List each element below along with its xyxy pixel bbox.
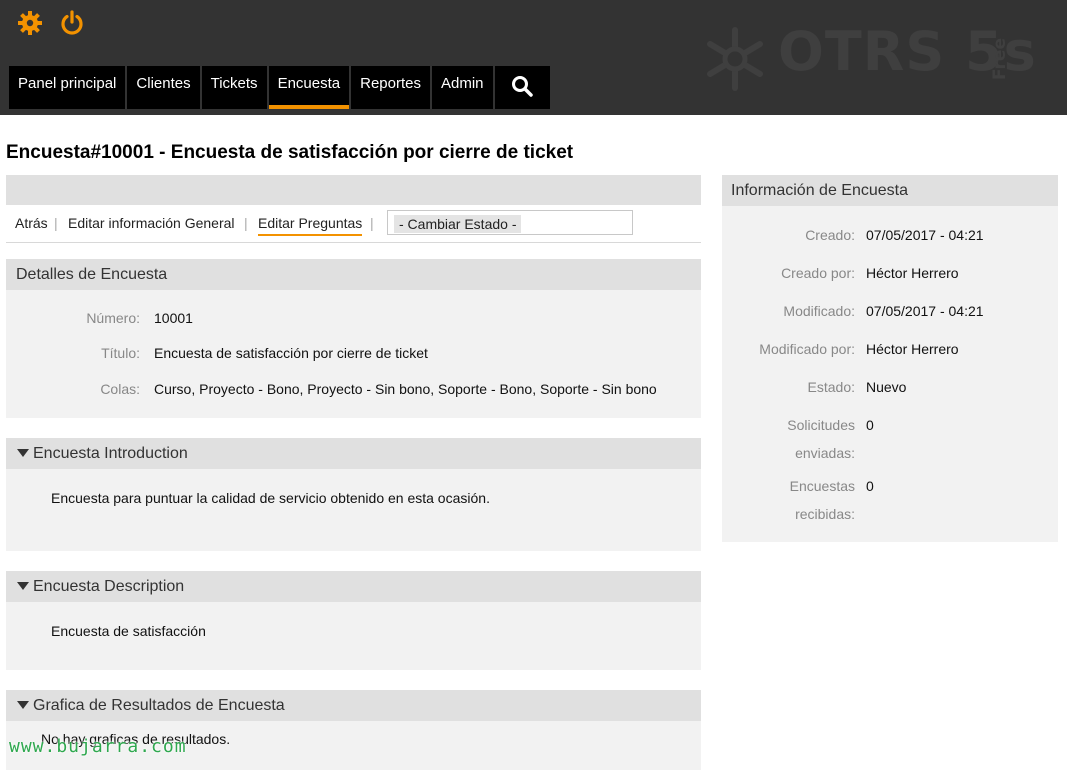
info-label: Encuestas — [789, 478, 855, 494]
info-value: 0 — [866, 478, 874, 494]
change-state-selected-value: - Cambiar Estado - — [394, 215, 522, 233]
back-link[interactable]: Atrás — [15, 215, 48, 231]
survey-results-graph-widget: Grafica de Resultados de Encuesta No hay… — [6, 690, 701, 770]
survey-results-graph-header[interactable]: Grafica de Resultados de Encuesta — [6, 690, 701, 721]
nav-admin[interactable]: Admin — [431, 66, 493, 109]
gear-icon[interactable] — [17, 10, 43, 36]
action-bar: Atrás | Editar información General | Edi… — [6, 206, 701, 243]
edit-general-info-link[interactable]: Editar información General — [68, 215, 235, 231]
nav-panel-principal[interactable]: Panel principal — [9, 66, 126, 109]
survey-introduction-widget: Encuesta Introduction Encuesta para punt… — [6, 438, 701, 551]
survey-details-widget: Detalles de Encuesta Número: 10001 Títul… — [6, 259, 701, 418]
action-bar-header — [6, 175, 701, 205]
info-value: Nuevo — [866, 379, 907, 395]
collapse-triangle-icon[interactable] — [17, 701, 29, 709]
nav-tickets[interactable]: Tickets — [201, 66, 267, 109]
otrs-logo: OTRS 5s Free — [700, 18, 1036, 98]
info-value: 0 — [866, 417, 874, 433]
collapse-triangle-icon[interactable] — [17, 449, 29, 457]
info-label: Creado por: — [781, 265, 855, 281]
watermark: www.bujarra.com — [9, 736, 187, 757]
action-separator: | — [244, 215, 248, 231]
power-icon[interactable] — [59, 10, 85, 36]
nav-clientes[interactable]: Clientes — [127, 66, 200, 109]
detail-label: Título: — [101, 345, 140, 361]
info-label: enviadas: — [795, 445, 855, 461]
info-value: 07/05/2017 - 04:21 — [866, 303, 984, 319]
survey-description-title: Encuesta Description — [33, 578, 185, 595]
survey-info-title: Información de Encuesta — [722, 175, 1058, 206]
info-label: Creado: — [805, 227, 855, 243]
detail-value: 10001 — [154, 310, 193, 326]
survey-description-header[interactable]: Encuesta Description — [6, 571, 701, 602]
detail-label: Colas: — [100, 381, 140, 397]
survey-introduction-header[interactable]: Encuesta Introduction — [6, 438, 701, 469]
action-separator: | — [54, 215, 58, 231]
info-value: Héctor Herrero — [866, 265, 959, 281]
survey-description-text: Encuesta de satisfacción — [51, 623, 206, 639]
info-value: Héctor Herrero — [866, 341, 959, 357]
nav-encuesta[interactable]: Encuesta — [268, 66, 350, 109]
app-header: OTRS 5s Free Panel principal Clientes Ti… — [0, 0, 1067, 115]
page-title: Encuesta#10001 - Encuesta de satisfacció… — [6, 142, 574, 163]
info-label: Modificado por: — [759, 341, 855, 357]
survey-description-widget: Encuesta Description Encuesta de satisfa… — [6, 571, 701, 670]
change-state-select[interactable]: - Cambiar Estado - — [387, 210, 633, 235]
info-value: 07/05/2017 - 04:21 — [866, 227, 984, 243]
search-icon — [512, 76, 533, 97]
survey-introduction-title: Encuesta Introduction — [33, 445, 188, 462]
info-label: Solicitudes — [787, 417, 855, 433]
otrs-star-icon — [707, 27, 763, 91]
detail-label: Número: — [86, 310, 140, 326]
collapse-triangle-icon[interactable] — [17, 582, 29, 590]
survey-details-title: Detalles de Encuesta — [6, 259, 701, 290]
detail-value: Encuesta de satisfacción por cierre de t… — [154, 345, 428, 361]
action-separator: | — [370, 215, 374, 231]
survey-results-graph-title: Grafica de Resultados de Encuesta — [33, 697, 285, 714]
info-label: recibidas: — [795, 506, 855, 522]
edit-questions-link[interactable]: Editar Preguntas — [258, 215, 363, 236]
logo-edition: Free — [990, 38, 1010, 80]
info-label: Estado: — [807, 379, 855, 395]
survey-introduction-text: Encuesta para puntuar la calidad de serv… — [51, 490, 490, 506]
main-nav: Panel principal Clientes Tickets Encuest… — [9, 66, 552, 109]
detail-value: Curso, Proyecto - Bono, Proyecto - Sin b… — [154, 381, 657, 397]
nav-search-button[interactable] — [494, 66, 550, 109]
nav-reportes[interactable]: Reportes — [351, 66, 430, 109]
survey-info-widget: Información de Encuesta Creado: 07/05/20… — [722, 175, 1058, 542]
info-label: Modificado: — [783, 303, 855, 319]
